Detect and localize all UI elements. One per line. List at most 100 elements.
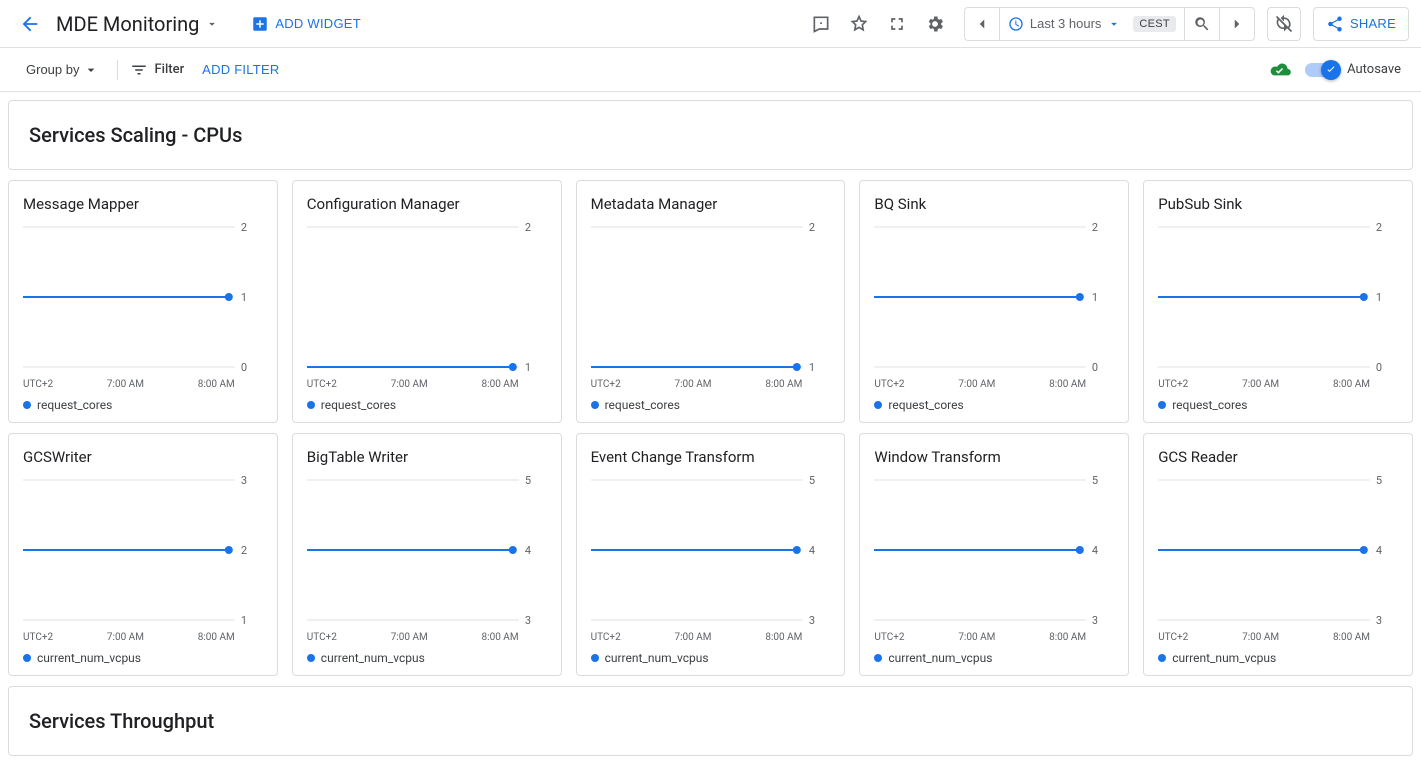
legend-label: current_num_vcpus	[888, 651, 992, 665]
chart-x-ticks: UTC+27:00 AM8:00 AM	[1158, 379, 1398, 390]
autosave-toggle[interactable]: Autosave	[1305, 62, 1401, 77]
groupby-button[interactable]: Group by	[20, 61, 105, 79]
filter-bar: Group by Filter ADD FILTER Autosave	[0, 48, 1421, 92]
notes-button[interactable]	[804, 7, 838, 41]
section-title: Services Throughput	[29, 709, 1392, 733]
chart-x-ticks: UTC+27:00 AM8:00 AM	[591, 632, 831, 643]
share-button[interactable]: SHARE	[1313, 7, 1409, 41]
chart-area: 5 3 4	[307, 470, 547, 630]
time-prev-button[interactable]	[965, 8, 1000, 40]
chevron-right-icon	[1228, 15, 1246, 33]
timezone-chip: CEST	[1133, 16, 1176, 32]
section-header-cpus[interactable]: Services Scaling - CPUs	[8, 100, 1413, 170]
svg-text:0: 0	[241, 361, 247, 374]
cloud-check-icon	[1267, 57, 1293, 83]
chart-x-ticks: UTC+27:00 AM8:00 AM	[23, 379, 263, 390]
legend-dot-icon	[591, 654, 599, 662]
svg-text:1: 1	[241, 291, 247, 304]
svg-text:2: 2	[241, 544, 247, 557]
saved-indicator	[1267, 57, 1293, 83]
filter-text: Filter	[154, 62, 184, 77]
legend-label: current_num_vcpus	[37, 651, 141, 665]
time-range-button[interactable]: Last 3 hours CEST	[1000, 8, 1185, 40]
page-title-text: MDE Monitoring	[56, 12, 199, 36]
chart-panel[interactable]: Window Transform 5 3 4 UTC+27:00 AM8:00 …	[859, 433, 1129, 676]
sync-off-button[interactable]	[1267, 7, 1301, 41]
legend-label: request_cores	[888, 398, 963, 412]
chart-panel[interactable]: BigTable Writer 5 3 4 UTC+27:00 AM8:00 A…	[292, 433, 562, 676]
add-filter-button[interactable]: ADD FILTER	[196, 61, 285, 78]
svg-text:5: 5	[525, 474, 531, 487]
chart-area: 2 1	[307, 217, 547, 377]
chart-x-ticks: UTC+27:00 AM8:00 AM	[874, 379, 1114, 390]
chart-legend: current_num_vcpus	[591, 651, 831, 665]
chart-panel[interactable]: Event Change Transform 5 3 4 UTC+27:00 A…	[576, 433, 846, 676]
time-range-label: Last 3 hours	[1030, 16, 1102, 31]
chart-area: 5 3 4	[591, 470, 831, 630]
time-range-picker: Last 3 hours CEST	[964, 7, 1255, 41]
fullscreen-button[interactable]	[880, 7, 914, 41]
chart-panel[interactable]: Configuration Manager 2 1 UTC+27:00 AM8:…	[292, 180, 562, 423]
chart-title: Window Transform	[874, 448, 1114, 466]
add-widget-label: ADD WIDGET	[275, 16, 361, 31]
chart-area: 2 0 1	[874, 217, 1114, 377]
chart-title: GCS Reader	[1158, 448, 1398, 466]
star-button[interactable]	[842, 7, 876, 41]
chart-title: Metadata Manager	[591, 195, 831, 213]
chart-legend: request_cores	[23, 398, 263, 412]
section-title: Services Scaling - CPUs	[29, 123, 1392, 147]
chart-row-1: Message Mapper 2 0 1 UTC+27:00 AM8:00 AM…	[8, 180, 1413, 423]
sync-off-icon	[1274, 14, 1294, 34]
dashboard-content: Services Scaling - CPUs Message Mapper 2…	[0, 92, 1421, 774]
svg-text:1: 1	[241, 614, 247, 627]
chart-panel[interactable]: GCS Reader 5 3 4 UTC+27:00 AM8:00 AM cur…	[1143, 433, 1413, 676]
chart-panel[interactable]: Metadata Manager 2 1 UTC+27:00 AM8:00 AM…	[576, 180, 846, 423]
svg-text:3: 3	[241, 474, 247, 487]
chevron-left-icon	[973, 15, 991, 33]
chart-panel[interactable]: Message Mapper 2 0 1 UTC+27:00 AM8:00 AM…	[8, 180, 278, 423]
switch-track	[1305, 63, 1339, 77]
svg-text:2: 2	[241, 221, 247, 234]
chart-panel[interactable]: PubSub Sink 2 0 1 UTC+27:00 AM8:00 AM re…	[1143, 180, 1413, 423]
chart-x-ticks: UTC+27:00 AM8:00 AM	[1158, 632, 1398, 643]
time-search-button[interactable]	[1185, 8, 1220, 40]
switch-thumb	[1321, 60, 1341, 80]
chart-panel[interactable]: BQ Sink 2 0 1 UTC+27:00 AM8:00 AM reques…	[859, 180, 1129, 423]
chart-row-2: GCSWriter 3 1 2 UTC+27:00 AM8:00 AM curr…	[8, 433, 1413, 676]
legend-dot-icon	[307, 654, 315, 662]
chart-title: BigTable Writer	[307, 448, 547, 466]
back-button[interactable]	[12, 6, 48, 42]
section-header-throughput[interactable]: Services Throughput	[8, 686, 1413, 756]
filter-label: Filter	[130, 61, 184, 79]
page-title[interactable]: MDE Monitoring	[52, 12, 223, 36]
chart-legend: current_num_vcpus	[874, 651, 1114, 665]
chart-x-ticks: UTC+27:00 AM8:00 AM	[307, 379, 547, 390]
legend-dot-icon	[1158, 401, 1166, 409]
add-box-icon	[251, 15, 269, 33]
chart-legend: current_num_vcpus	[23, 651, 263, 665]
chart-legend: current_num_vcpus	[1158, 651, 1398, 665]
chart-title: Event Change Transform	[591, 448, 831, 466]
svg-text:0: 0	[1092, 361, 1098, 374]
autosave-label: Autosave	[1347, 62, 1401, 77]
chart-x-ticks: UTC+27:00 AM8:00 AM	[874, 632, 1114, 643]
svg-text:4: 4	[808, 544, 814, 557]
settings-button[interactable]	[918, 7, 952, 41]
chart-legend: request_cores	[307, 398, 547, 412]
legend-label: request_cores	[605, 398, 680, 412]
add-widget-button[interactable]: ADD WIDGET	[245, 14, 367, 34]
chart-legend: request_cores	[591, 398, 831, 412]
chart-area: 5 3 4	[1158, 470, 1398, 630]
chart-panel[interactable]: GCSWriter 3 1 2 UTC+27:00 AM8:00 AM curr…	[8, 433, 278, 676]
top-bar: MDE Monitoring ADD WIDGET Last 3 ho	[0, 0, 1421, 48]
legend-label: current_num_vcpus	[1172, 651, 1276, 665]
chart-area: 5 3 4	[874, 470, 1114, 630]
share-icon	[1326, 15, 1344, 33]
chart-title: GCSWriter	[23, 448, 263, 466]
time-next-button[interactable]	[1220, 8, 1254, 40]
svg-text:4: 4	[525, 544, 531, 557]
svg-text:2: 2	[808, 221, 814, 234]
chart-legend: request_cores	[1158, 398, 1398, 412]
add-filter-label: ADD FILTER	[202, 62, 279, 77]
svg-text:1: 1	[525, 361, 531, 374]
